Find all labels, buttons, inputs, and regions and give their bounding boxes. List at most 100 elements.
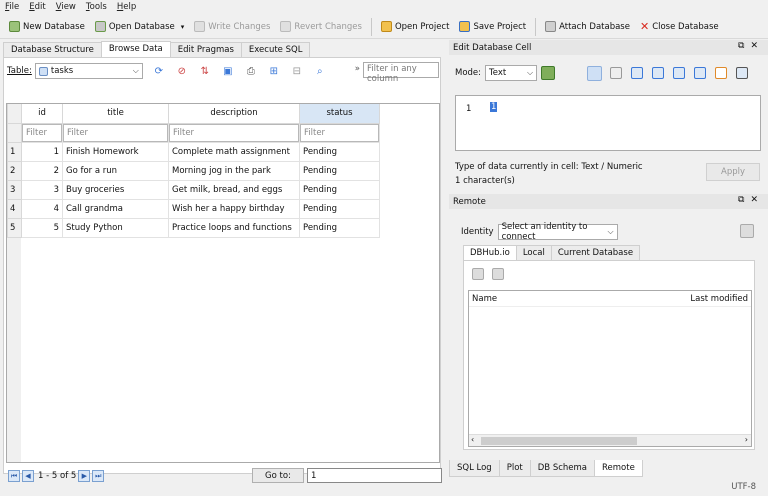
delete-record-icon[interactable]: ⊟ [290, 64, 304, 78]
column-header-description[interactable]: description [168, 104, 300, 124]
cell-status[interactable]: Pending [299, 179, 380, 200]
clear-icon[interactable] [715, 67, 728, 79]
import-icon[interactable] [587, 65, 603, 81]
more-chevron-icon[interactable]: » [355, 64, 360, 74]
row-number[interactable]: 3 [7, 179, 22, 200]
tab-edit-pragmas[interactable]: Edit Pragmas [169, 42, 242, 57]
cell-id[interactable]: 2 [21, 160, 63, 181]
cell-status[interactable]: Pending [299, 141, 380, 162]
menu-help[interactable]: Help [112, 2, 141, 12]
filter-input-id[interactable]: Filter [22, 124, 62, 141]
export-icon[interactable] [652, 67, 665, 79]
filter-any-column-input[interactable]: Filter in any column [363, 62, 439, 84]
save-table-icon[interactable]: ▣ [221, 64, 235, 78]
clear-filters-icon[interactable]: ⊘ [175, 64, 189, 78]
find-icon[interactable]: ⌕ [313, 64, 327, 78]
column-header-title[interactable]: title [62, 104, 169, 124]
first-record-icon[interactable]: ⏮ [8, 470, 20, 482]
print-icon[interactable]: ⎙ [244, 64, 258, 78]
mode-select[interactable]: Text ⌵ [485, 65, 538, 81]
horizontal-scrollbar[interactable]: ‹ › [469, 434, 751, 446]
column-header-last-modified[interactable]: Last modified [690, 294, 748, 304]
cell-id[interactable]: 5 [21, 217, 63, 238]
cell-description[interactable]: Complete math assignment [168, 141, 300, 162]
write-changes-button[interactable]: Write Changes [189, 17, 275, 37]
column-header-status[interactable]: status [299, 104, 380, 124]
scroll-left-icon[interactable]: ‹ [471, 435, 474, 444]
cell-status[interactable]: Pending [299, 198, 380, 219]
open-project-button[interactable]: Open Project [376, 17, 455, 37]
cell-title[interactable]: Buy groceries [62, 179, 169, 200]
table-select[interactable]: tasks ⌵ [34, 63, 143, 79]
cell-title[interactable]: Finish Homework [62, 141, 169, 162]
cell-description[interactable]: Practice loops and functions [168, 217, 300, 238]
cell-status[interactable]: Pending [299, 160, 380, 181]
save-project-button[interactable]: Save Project [454, 17, 531, 37]
attach-database-button[interactable]: Attach Database [540, 17, 635, 37]
tab-dbhub[interactable]: DBHub.io [463, 245, 517, 260]
cell-description[interactable]: Wish her a happy birthday [168, 198, 300, 219]
refresh-icon[interactable] [472, 268, 484, 280]
table-row[interactable]: 5 5 Study Python Practice loops and func… [7, 217, 380, 238]
table-row[interactable]: 4 4 Call grandma Wish her a happy birthd… [7, 198, 380, 219]
filter-input-description[interactable]: Filter [169, 124, 299, 141]
goto-input[interactable]: 1 [307, 468, 442, 483]
cell-editor[interactable]: 1 1 [455, 95, 761, 151]
next-record-icon[interactable]: ▶ [78, 470, 91, 482]
scroll-thumb[interactable] [481, 437, 637, 445]
goto-button[interactable]: Go to: [252, 468, 304, 483]
last-record-icon[interactable]: ⏭ [92, 470, 105, 482]
tab-current-database[interactable]: Current Database [550, 245, 641, 260]
cell-id[interactable]: 1 [21, 141, 63, 162]
import-file-icon[interactable] [673, 67, 686, 79]
auto-switch-mode-icon[interactable] [541, 66, 556, 80]
menu-view[interactable]: View [51, 2, 81, 12]
revert-changes-button[interactable]: Revert Changes [275, 17, 367, 37]
cell-value[interactable]: 1 [490, 102, 498, 112]
tab-local[interactable]: Local [515, 245, 552, 260]
cell-description[interactable]: Get milk, bread, and eggs [168, 179, 300, 200]
refresh-icon[interactable]: ⟳ [152, 64, 166, 78]
tab-database-structure[interactable]: Database Structure [3, 42, 102, 57]
insert-record-icon[interactable]: ⊞ [267, 64, 281, 78]
row-number[interactable]: 1 [7, 141, 22, 162]
table-row[interactable]: 2 2 Go for a run Morning jog in the park… [7, 160, 380, 181]
tab-remote[interactable]: Remote [594, 460, 643, 477]
remote-settings-icon[interactable] [740, 224, 754, 238]
cell-description[interactable]: Morning jog in the park [168, 160, 300, 181]
clone-database-icon[interactable] [492, 268, 504, 280]
word-wrap-icon[interactable] [610, 67, 623, 79]
cell-title[interactable]: Go for a run [62, 160, 169, 181]
close-database-button[interactable]: ✕ Close Database [635, 17, 724, 37]
open-database-button[interactable]: Open Database ▾ [90, 17, 189, 37]
menu-tools[interactable]: Tools [81, 2, 112, 12]
print-cell-icon[interactable] [736, 67, 749, 79]
menu-file[interactable]: File [0, 2, 24, 12]
cell-id[interactable]: 4 [21, 198, 63, 219]
set-null-icon[interactable] [694, 67, 707, 79]
column-header-name[interactable]: Name [472, 294, 497, 304]
filter-input-title[interactable]: Filter [63, 124, 168, 141]
corner-cell[interactable] [7, 104, 22, 124]
apply-button[interactable]: Apply [706, 163, 760, 181]
column-header-id[interactable]: id [21, 104, 63, 124]
table-row[interactable]: 3 3 Buy groceries Get milk, bread, and e… [7, 179, 380, 200]
previous-record-icon[interactable]: ◀ [22, 470, 34, 482]
identity-select[interactable]: Select an identity to connect ⌵ [497, 222, 618, 242]
new-database-button[interactable]: New Database [4, 17, 90, 37]
cell-id[interactable]: 3 [21, 179, 63, 200]
dock-float-close-icon[interactable]: ⧉✕ [738, 195, 764, 205]
row-number[interactable]: 4 [7, 198, 22, 219]
row-number[interactable]: 2 [7, 160, 22, 181]
tab-sql-log[interactable]: SQL Log [449, 460, 500, 477]
row-number[interactable]: 5 [7, 217, 22, 238]
dropdown-arrow-icon[interactable]: ▾ [181, 23, 185, 31]
cell-title[interactable]: Study Python [62, 217, 169, 238]
clear-sorting-icon[interactable]: ⇅ [198, 64, 212, 78]
tab-db-schema[interactable]: DB Schema [529, 460, 596, 477]
open-in-editor-icon[interactable] [631, 67, 644, 79]
menu-edit[interactable]: Edit [24, 2, 50, 12]
tab-browse-data[interactable]: Browse Data [100, 41, 171, 57]
cell-title[interactable]: Call grandma [62, 198, 169, 219]
tab-plot[interactable]: Plot [498, 460, 531, 477]
